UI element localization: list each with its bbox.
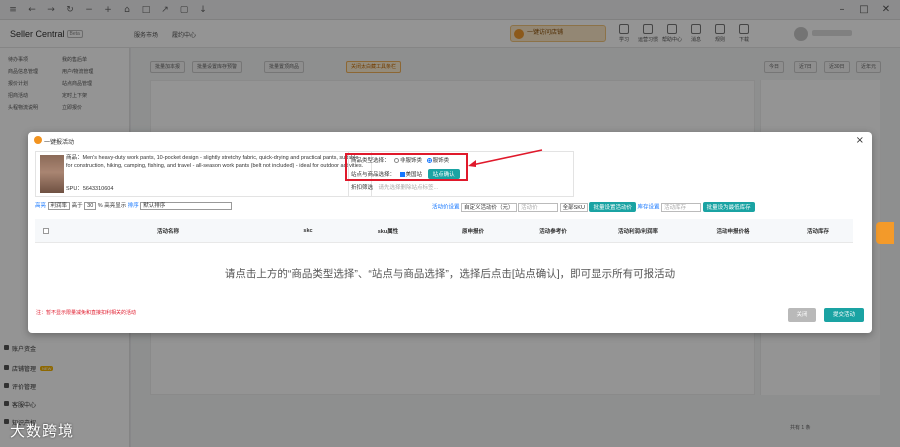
product-title: 商品：Men's heavy-duty work pants, 10-pocke… <box>66 155 364 169</box>
product-spu: SPU：5643310604 <box>66 186 114 192</box>
close-button[interactable]: 关闭 <box>788 308 816 322</box>
product-card: 商品：Men's heavy-duty work pants, 10-pocke… <box>35 151 372 197</box>
col-original-price: 原申报价 <box>461 228 484 235</box>
col-activity-stock: 活动库存 <box>806 228 829 235</box>
activity-price-input[interactable]: 活动价 <box>518 202 559 212</box>
col-declared-price: 活动申报价格 <box>716 228 750 235</box>
highlight-rule-bar: 高亮 利润率 高于 30 % 高亮显示 排序 默认排序 <box>35 201 233 210</box>
empty-state-message: 请点击上方的“商品类型选择”、“站点与商品选择”，选择后点击[站点确认]，即可显… <box>224 268 676 280</box>
watermark-logo: 大数跨境 <box>10 422 75 440</box>
product-image <box>40 155 64 193</box>
threshold-input[interactable]: 30 <box>84 201 97 210</box>
discount-filter-input[interactable]: 请先选择删除站点标签... <box>379 185 439 191</box>
col-reference-price: 活动参考价 <box>539 228 567 235</box>
sort-select[interactable]: 默认排序 <box>140 201 233 210</box>
activity-table-header: 活动名称 skc sku属性 原申报价 活动参考价 活动利润/利润率 活动申报价… <box>35 219 853 243</box>
col-sku-attr: sku属性 <box>377 228 399 235</box>
col-skc: skc <box>303 227 313 234</box>
select-all-checkbox[interactable] <box>43 227 49 234</box>
floating-helper-button[interactable] <box>876 222 894 244</box>
modal-title: 一键报活动 <box>34 136 74 146</box>
col-activity-name: 活动名称 <box>156 228 179 235</box>
footnote: 注：暂不显示限量减免和直接扣利相关的活动 <box>36 310 137 316</box>
batch-set-price-button[interactable]: 批量设置活动价 <box>589 202 636 212</box>
annotation-arrow <box>468 149 543 167</box>
submit-activity-button[interactable]: 提交活动 <box>824 308 864 322</box>
price-mode-select[interactable]: 自定义活动价（元） <box>461 202 517 212</box>
close-icon[interactable]: × <box>856 135 864 146</box>
sku-scope-select[interactable]: 全部SKU <box>559 202 588 212</box>
discount-filter: 折扣筛选 请先选择删除站点标签... <box>351 185 439 191</box>
one-click-activity-modal: 一键报活动 × 商品：Men's heavy-duty work pants, … <box>28 132 872 333</box>
batch-set-stock-button[interactable]: 批量设为最低库存 <box>702 202 755 212</box>
metric-select[interactable]: 利润率 <box>47 201 71 210</box>
highlight-box <box>345 153 468 181</box>
batch-settings-bar: 活动价设置 自定义活动价（元） 活动价 全部SKU 批量设置活动价 库存设置 活… <box>432 202 755 212</box>
col-profit: 活动利润/利润率 <box>617 228 659 235</box>
activity-stock-input[interactable]: 活动库存 <box>661 202 702 212</box>
